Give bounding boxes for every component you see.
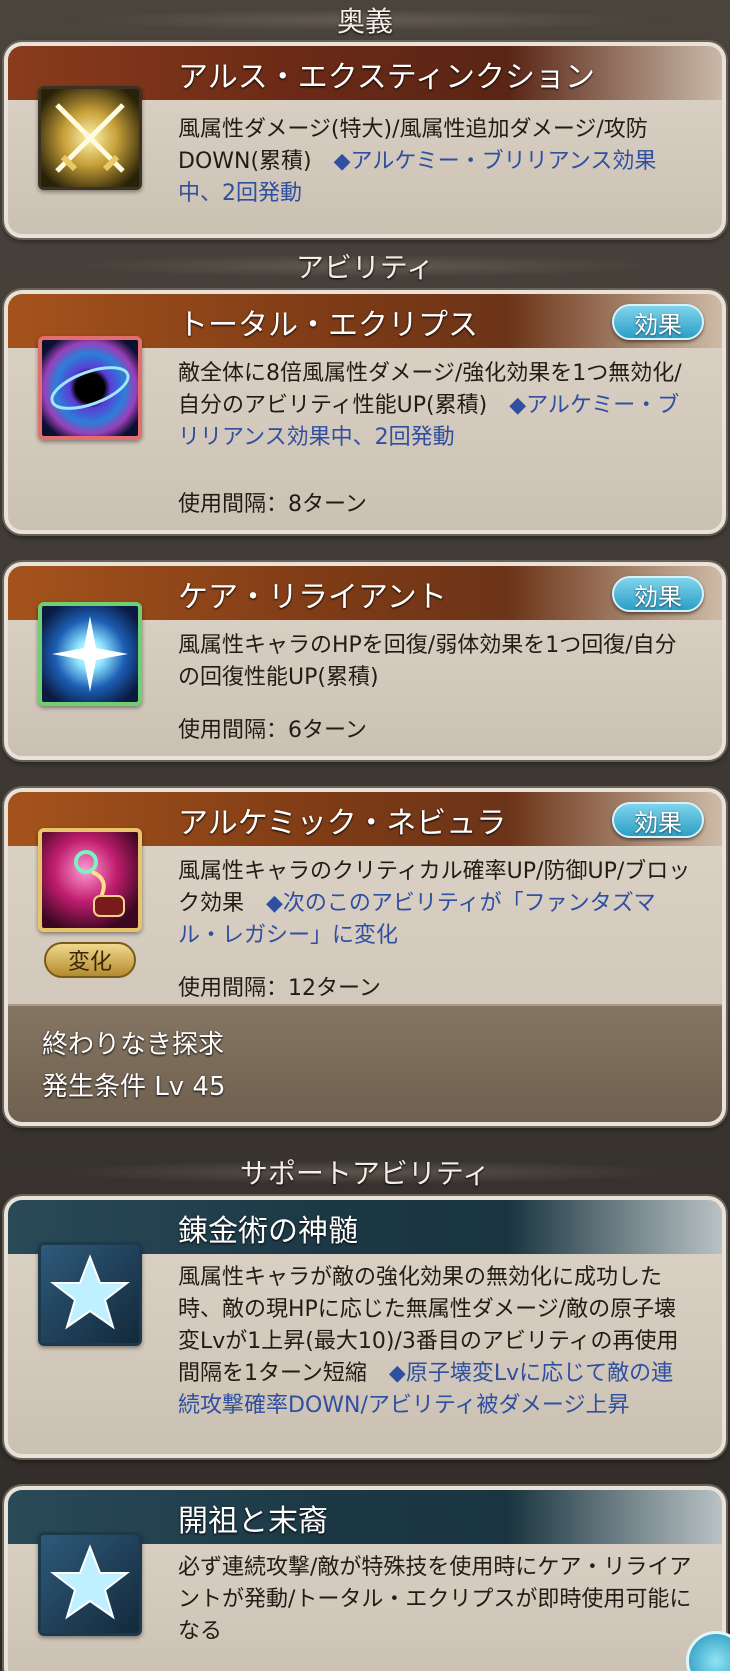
ability-card-3: アルケミック・ネビュラ 効果 変化 風属性キャラのクリティカル確率UP/防御UP… bbox=[4, 788, 726, 1126]
support-desc-main: 必ず連続攻撃/敵が特殊技を使用時にケア・リライアントが発動/トータル・エクリプス… bbox=[178, 1555, 692, 1644]
change-info-panel: 終わりなき探求 発生条件 Lv 45 bbox=[8, 1004, 722, 1122]
support-description: 風属性キャラが敵の強化効果の無効化に成功した時、敵の現HPに応じた無属性ダメージ… bbox=[178, 1262, 692, 1422]
support-card-2: 開祖と末裔 必ず連続攻撃/敵が特殊技を使用時にケア・リライアントが発動/トータル… bbox=[4, 1486, 726, 1671]
ability-description: 敵全体に8倍風属性ダメージ/強化効果を1つ無効化/自分のアビリティ性能UP(累積… bbox=[178, 358, 692, 454]
change-badge[interactable]: 変化 bbox=[44, 942, 136, 978]
section-header-support: サポートアビリティ bbox=[0, 1152, 730, 1192]
ability-description: 風属性キャラのHPを回復/弱体効果を1つ回復/自分の回復性能UP(累積) bbox=[178, 630, 692, 694]
section-title: アビリティ bbox=[295, 251, 435, 284]
skill-list-page: 奥義 アルス・エクスティンクション 風属性ダメージ(特大)/風属性追加ダメージ/… bbox=[0, 0, 730, 1671]
change-condition: 発生条件 Lv 45 bbox=[42, 1072, 226, 1102]
change-title: 終わりなき探求 bbox=[42, 1030, 225, 1060]
section-header-ability: アビリティ bbox=[0, 246, 730, 286]
ability-name: トータル・エクリプス bbox=[178, 308, 478, 343]
ability-interval: 使用間隔：8ターン bbox=[178, 492, 367, 517]
ability-desc-main: 風属性キャラのHPを回復/弱体効果を1つ回復/自分の回復性能UP(累積) bbox=[178, 633, 677, 690]
ability-description: 風属性キャラのクリティカル確率UP/防御UP/ブロック効果 ◆次のこのアビリティ… bbox=[178, 856, 692, 952]
support-card-1: 錬金術の神髄 風属性キャラが敵の強化効果の無効化に成功した時、敵の現HPに応じた… bbox=[4, 1196, 726, 1458]
section-title: サポートアビリティ bbox=[239, 1157, 491, 1190]
support-name: 錬金術の神髄 bbox=[178, 1214, 358, 1249]
effect-button[interactable]: 効果 bbox=[612, 304, 704, 340]
effect-button[interactable]: 効果 bbox=[612, 576, 704, 612]
ability-card-1: トータル・エクリプス 効果 敵全体に8倍風属性ダメージ/強化効果を1つ無効化/自… bbox=[4, 290, 726, 534]
ability-card-2: ケア・リライアント 効果 風属性キャラのHPを回復/弱体効果を1つ回復/自分の回… bbox=[4, 562, 726, 760]
star-icon bbox=[38, 1532, 142, 1636]
black-hole-icon[interactable] bbox=[38, 336, 142, 440]
ougi-name: アルス・エクスティンクション bbox=[178, 60, 595, 95]
support-name: 開祖と末裔 bbox=[178, 1504, 328, 1539]
star-icon bbox=[38, 1242, 142, 1346]
ability-name: アルケミック・ネビュラ bbox=[178, 806, 507, 841]
ougi-description: 風属性ダメージ(特大)/風属性追加ダメージ/攻防DOWN(累積) ◆アルケミー・… bbox=[178, 114, 692, 210]
sparkle-star-icon[interactable] bbox=[38, 602, 142, 706]
section-header-ougi: 奥義 bbox=[0, 0, 730, 40]
alchemy-flask-icon[interactable] bbox=[38, 828, 142, 932]
ability-interval: 使用間隔：12ターン bbox=[178, 976, 381, 1001]
crossed-swords-icon bbox=[38, 86, 142, 190]
ability-name: ケア・リライアント bbox=[178, 580, 447, 615]
section-title: 奥義 bbox=[336, 5, 393, 38]
effect-button[interactable]: 効果 bbox=[612, 802, 704, 838]
ougi-card: アルス・エクスティンクション 風属性ダメージ(特大)/風属性追加ダメージ/攻防D… bbox=[4, 42, 726, 238]
support-description: 必ず連続攻撃/敵が特殊技を使用時にケア・リライアントが発動/トータル・エクリプス… bbox=[178, 1552, 692, 1648]
ability-interval: 使用間隔：6ターン bbox=[178, 718, 367, 743]
